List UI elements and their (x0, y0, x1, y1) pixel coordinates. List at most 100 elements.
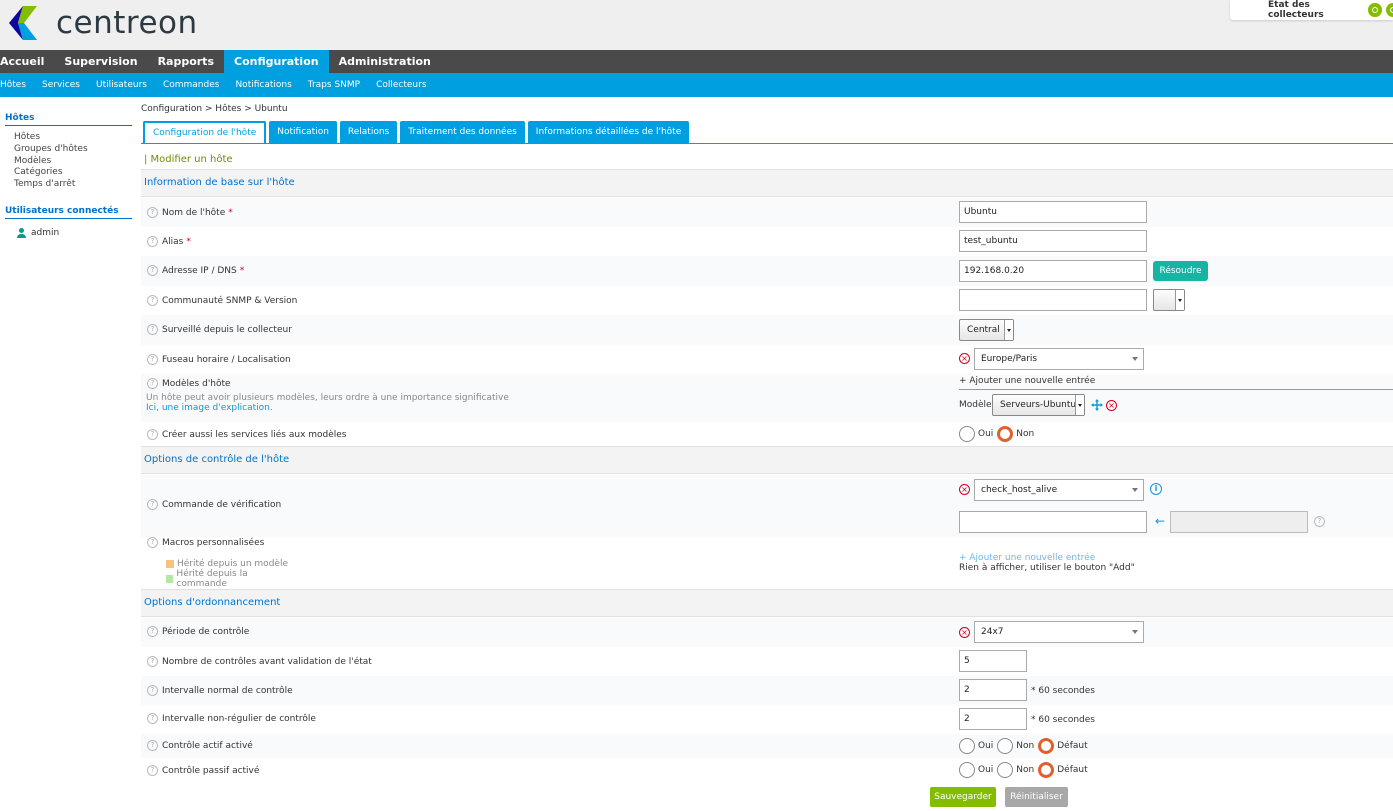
collectors-status[interactable]: État des collecteurs (1230, 0, 1393, 20)
help-icon[interactable]: ? (147, 236, 158, 247)
poller-status-icon[interactable] (1368, 3, 1382, 17)
poller-latency-icon[interactable] (1385, 3, 1393, 17)
check-period-select[interactable]: 24x7 (974, 621, 1144, 643)
tab-relations[interactable]: Relations (339, 121, 398, 143)
check-period-label: ? Période de contrôle (147, 626, 249, 637)
create-services-non-radio[interactable] (997, 426, 1014, 442)
remove-template-icon[interactable]: × (1106, 400, 1117, 411)
section-check-options: Options de contrôle de l'hôte (141, 446, 1393, 474)
info-icon[interactable]: i (1150, 483, 1162, 495)
help-icon[interactable]: ? (147, 499, 158, 510)
row-passive-checks: ? Contrôle passif activé (141, 758, 1393, 783)
clear-timezone-icon[interactable]: × (959, 353, 970, 364)
snmp-version-select[interactable] (1153, 289, 1185, 311)
model-label: Modèle (959, 400, 992, 410)
normal-interval-unit: * 60 secondes (1031, 686, 1095, 696)
check-command-select[interactable]: check_host_alive (974, 479, 1144, 501)
help-icon[interactable]: ? (147, 656, 158, 667)
row-max-attempts: ? Nombre de contrôles avant validation d… (141, 647, 1393, 676)
active-checks-oui-radio[interactable] (959, 738, 975, 754)
nav-rapports[interactable]: Rapports (148, 50, 224, 73)
help-icon[interactable]: ? (147, 713, 158, 724)
tab-underline (141, 143, 1393, 144)
subnav-snmp-traps[interactable]: Traps SNMP (300, 73, 368, 97)
model-select[interactable]: Serveurs-Ubuntu (992, 394, 1085, 416)
retry-interval-input[interactable]: 2 (959, 708, 1027, 730)
help-icon[interactable]: ? (1314, 516, 1325, 527)
subnav-commands[interactable]: Commandes (155, 73, 227, 97)
add-template-link[interactable]: + Ajouter une nouvelle entrée (959, 376, 1095, 386)
centreon-logo[interactable]: centreon (4, 3, 198, 43)
save-button[interactable]: Sauvegarder (930, 787, 996, 807)
check-command-args-input[interactable] (959, 511, 1147, 533)
tab-host-config[interactable]: Configuration de l'hôte (143, 121, 267, 143)
sidebar: Hôtes Hôtes Groupes d'hôtes Modèles Caté… (0, 97, 135, 811)
sidebar-item-hostgroups[interactable]: Groupes d'hôtes (14, 144, 88, 154)
subnav-notifications[interactable]: Notifications (227, 73, 299, 97)
max-attempts-label: ? Nombre de contrôles avant validation d… (147, 656, 372, 667)
nav-configuration[interactable]: Configuration (224, 50, 329, 73)
subnav-pollers[interactable]: Collecteurs (368, 73, 434, 97)
row-check-period: ? Période de contrôle (141, 618, 1393, 647)
normal-interval-input[interactable]: 2 (959, 679, 1027, 701)
sidebar-item-templates[interactable]: Modèles (14, 156, 51, 166)
create-services-oui-radio[interactable] (959, 426, 975, 442)
move-icon[interactable] (1091, 399, 1103, 411)
connected-user-name: admin (31, 228, 60, 238)
reset-button[interactable]: Réinitialiser (1005, 787, 1068, 807)
address-input[interactable]: 192.168.0.20 (959, 260, 1147, 282)
passive-checks-non-radio[interactable] (997, 762, 1014, 778)
chevron-down-icon (1075, 395, 1084, 415)
help-icon[interactable]: ? (147, 429, 158, 440)
active-checks-non-radio[interactable] (997, 738, 1014, 754)
help-icon[interactable]: ? (147, 537, 158, 548)
subnav-services[interactable]: Services (34, 73, 88, 97)
help-icon[interactable]: ? (147, 207, 158, 218)
sub-nav: Hôtes Services Utilisateurs Commandes No… (0, 73, 1393, 97)
timezone-select[interactable]: Europe/Paris (974, 348, 1144, 370)
subnav-hosts[interactable]: Hôtes (0, 73, 34, 97)
row-poller: ? Surveillé depuis le collecteur (141, 315, 1393, 345)
alias-input[interactable]: test_ubuntu (959, 230, 1147, 252)
poller-label: ? Surveillé depuis le collecteur (147, 324, 292, 335)
arrow-left-icon[interactable]: ← (1155, 514, 1165, 528)
active-checks-default-radio[interactable] (1038, 738, 1055, 754)
create-services-radios: Oui Non (959, 426, 1038, 442)
templates-label: ? Modèles d'hôte (147, 378, 231, 389)
help-icon[interactable]: ? (147, 295, 158, 306)
help-icon[interactable]: ? (147, 685, 158, 696)
tab-extended-info[interactable]: Informations détaillées de l'hôte (527, 121, 690, 143)
help-icon[interactable]: ? (147, 324, 158, 335)
nav-accueil[interactable]: Accueil (0, 50, 54, 73)
max-attempts-input[interactable]: 5 (959, 650, 1027, 672)
passive-checks-radios: Oui Non Défaut (959, 762, 1092, 778)
nav-supervision[interactable]: Supervision (54, 50, 147, 73)
subnav-users[interactable]: Utilisateurs (88, 73, 155, 97)
host-name-input[interactable]: Ubuntu (959, 201, 1147, 223)
templates-help-link[interactable]: Ici, une image d'explication. (146, 403, 273, 413)
connected-user[interactable]: admin (17, 228, 59, 238)
help-icon[interactable]: ? (147, 265, 158, 276)
help-icon[interactable]: ? (147, 740, 158, 751)
help-icon[interactable]: ? (147, 765, 158, 776)
nav-administration[interactable]: Administration (329, 50, 441, 73)
clear-check-command-icon[interactable]: × (959, 484, 970, 495)
passive-checks-default-radio[interactable] (1038, 762, 1055, 778)
help-icon[interactable]: ? (147, 354, 158, 365)
passive-checks-oui-radio[interactable] (959, 762, 975, 778)
normal-interval-label: ? Intervalle normal de contrôle (147, 685, 293, 696)
create-services-label: ? Créer aussi les services liés aux modè… (147, 429, 347, 440)
tab-data-processing[interactable]: Traitement des données (400, 121, 525, 143)
add-macro-link[interactable]: + Ajouter une nouvelle entrée (959, 553, 1095, 563)
poller-select[interactable]: Central (959, 319, 1014, 341)
sidebar-item-categories[interactable]: Catégories (14, 167, 63, 177)
help-icon[interactable]: ? (147, 378, 158, 389)
clear-check-period-icon[interactable]: × (959, 627, 970, 638)
tab-notification[interactable]: Notification (269, 121, 337, 143)
section-check-options-title: Options de contrôle de l'hôte (144, 454, 290, 465)
resolve-button[interactable]: Résoudre (1153, 261, 1208, 281)
help-icon[interactable]: ? (147, 626, 158, 637)
sidebar-item-hosts[interactable]: Hôtes (14, 132, 40, 142)
snmp-community-input[interactable] (959, 289, 1147, 311)
sidebar-item-downtimes[interactable]: Temps d'arrêt (14, 179, 75, 189)
